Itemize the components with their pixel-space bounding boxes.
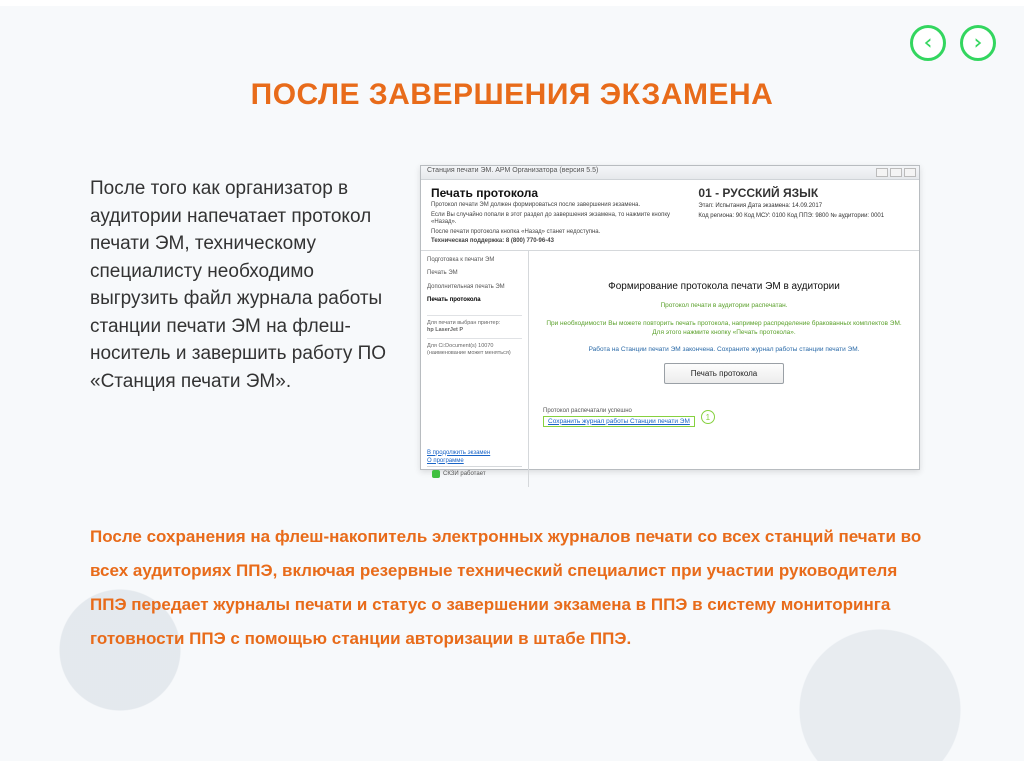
done-row: Протокол распечатали успешно Сохранить ж… [543, 408, 905, 427]
header-left: Печать протокола Протокол печати ЭМ долж… [431, 186, 688, 246]
sidebar-separator-2 [427, 338, 522, 339]
top-border [0, 0, 1024, 6]
main-panel: Формирование протокола печати ЭМ в аудит… [529, 251, 919, 487]
sidebar-step-3[interactable]: Дополнительная печать ЭМ [427, 284, 522, 292]
chevron-left-icon [920, 35, 936, 51]
callout-badge: 1 [701, 410, 715, 424]
sidebar-step-2[interactable]: Печать ЭМ [427, 270, 522, 278]
print-protocol-button[interactable]: Печать протокола [664, 363, 784, 384]
info-text: Работа на Станции печати ЭМ закончена. С… [543, 346, 905, 353]
header-title: Печать протокола [431, 186, 688, 200]
minimize-button[interactable] [876, 168, 888, 177]
header-sub2: Если Вы случайно попали в этот раздел до… [431, 212, 688, 227]
save-journal-link[interactable]: Сохранить журнал работы Станции печати Э… [543, 416, 695, 427]
done-label: Протокол распечатали успешно [543, 408, 695, 414]
window-title: Станция печати ЭМ. АРМ Организатора (вер… [427, 167, 598, 174]
bottom-border [0, 761, 1024, 767]
printer-name: hp LaserJet P [427, 327, 522, 334]
next-button[interactable] [960, 25, 996, 61]
header-sub1: Протокол печати ЭМ должен формироваться … [431, 202, 688, 210]
app-body: Подготовка к печати ЭМ Печать ЭМ Дополни… [421, 251, 919, 487]
status-bar: СКЗИ работает [427, 466, 522, 481]
window-titlebar: Станция печати ЭМ. АРМ Организатора (вер… [421, 166, 919, 180]
slide-title: ПОСЛЕ ЗАВЕРШЕНИЯ ЭКЗАМЕНА [0, 78, 1024, 112]
sidebar: Подготовка к печати ЭМ Печать ЭМ Дополни… [421, 251, 529, 487]
main-title: Формирование протокола печати ЭМ в аудит… [543, 281, 905, 292]
subject-title: 01 - РУССКИЙ ЯЗЫК [698, 186, 909, 200]
app-header: Печать протокола Протокол печати ЭМ долж… [421, 180, 919, 251]
body-paragraph: После того как организатор в аудитории н… [90, 175, 400, 395]
sidebar-spacer [427, 357, 522, 449]
nav-arrows [910, 25, 996, 61]
sidebar-separator [427, 315, 522, 316]
close-button[interactable] [904, 168, 916, 177]
printer-label: Для печати выбран принтер: [427, 320, 522, 327]
success-text-2: При необходимости Вы можете повторить пе… [543, 320, 905, 338]
header-support: Техническая поддержка: 8 (800) 770-96-43 [431, 238, 688, 246]
status-led-icon [432, 470, 440, 478]
exam-meta1: Этап: Испытания Дата экзамена: 14.09.201… [698, 202, 909, 210]
chevron-right-icon [970, 35, 986, 51]
sidebar-step-1[interactable]: Подготовка к печати ЭМ [427, 257, 522, 265]
about-link[interactable]: О программе [427, 458, 522, 464]
printer-note: Для Сі:Document(s) 10070 (наименование м… [427, 343, 522, 357]
status-text: СКЗИ работает [443, 471, 486, 477]
app-screenshot: Станция печати ЭМ. АРМ Организатора (вер… [420, 165, 920, 470]
header-sub3: После печати протокола кнопка «Назад» ст… [431, 229, 688, 237]
window-controls [876, 168, 916, 177]
footer-paragraph: После сохранения на флеш-накопитель элек… [90, 520, 934, 656]
exam-meta2: Код региона: 90 Код МСУ: 0100 Код ППЭ: 9… [698, 212, 909, 220]
header-right: 01 - РУССКИЙ ЯЗЫК Этап: Испытания Дата э… [688, 186, 909, 246]
slide: ПОСЛЕ ЗАВЕРШЕНИЯ ЭКЗАМЕНА После того как… [0, 0, 1024, 767]
continue-exam-link[interactable]: В продолжить экзамен [427, 450, 522, 456]
success-text-1: Протокол печати в аудитории распечатан. [543, 302, 905, 311]
prev-button[interactable] [910, 25, 946, 61]
sidebar-step-4[interactable]: Печать протокола [427, 297, 522, 305]
maximize-button[interactable] [890, 168, 902, 177]
